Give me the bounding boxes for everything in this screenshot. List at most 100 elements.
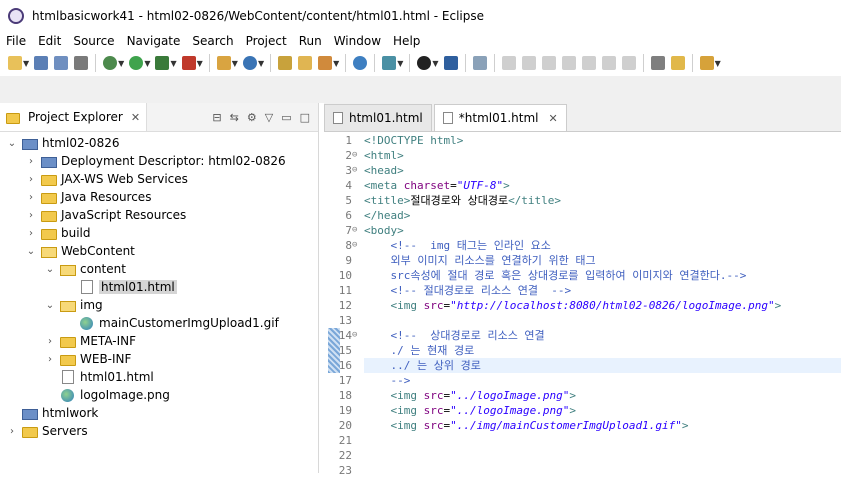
tree-item[interactable]: ⌄ content	[44, 260, 126, 278]
chevron-down-icon[interactable]: ▼	[232, 59, 238, 68]
fold-toggle-icon[interactable]: ⊖	[352, 238, 362, 253]
close-icon[interactable]: ✕	[131, 111, 140, 124]
tab-project-explorer[interactable]: Project Explorer ✕	[0, 103, 148, 131]
chevron-right-icon[interactable]: ›	[25, 192, 37, 203]
editor-tab-html01[interactable]: html01.html	[324, 104, 432, 131]
code-editor[interactable]: 1 <!DOCTYPE html> 2 ⊖ <html> 3 ⊖ <head> 4 <meta c…	[324, 133, 841, 477]
chevron-right-icon[interactable]: ›	[25, 228, 37, 239]
chevron-right-icon[interactable]: ›	[44, 354, 56, 365]
console-icon[interactable]	[443, 56, 458, 70]
chevron-down-icon[interactable]: ▼	[23, 59, 29, 68]
menu-window[interactable]: Window	[328, 34, 387, 48]
window-titlebar: htmlbasicwork41 - html02-0826/WebContent…	[0, 0, 841, 32]
link-with-editor-icon[interactable]: ⇆	[230, 111, 239, 124]
tree-item[interactable]: html01.html	[63, 278, 177, 296]
fold-toggle-icon[interactable]: ⊖	[352, 163, 362, 178]
save-all-icon[interactable]	[54, 56, 69, 70]
chevron-down-icon[interactable]: ▼	[170, 59, 176, 68]
open-folder-icon[interactable]	[298, 56, 313, 70]
tree-item[interactable]: ⌄ WebContent	[25, 242, 135, 260]
collapse-all-icon[interactable]: ⊟	[212, 111, 221, 124]
fold-toggle-icon[interactable]: ⊖	[352, 328, 362, 343]
tree-item-label: JAX-WS Web Services	[61, 172, 188, 186]
print-icon[interactable]	[74, 56, 89, 70]
chevron-down-icon[interactable]: ▼	[397, 59, 403, 68]
tree-item[interactable]: › JavaScript Resources	[25, 206, 186, 224]
next-edit-icon[interactable]	[699, 56, 714, 70]
drop-to-frame-icon[interactable]	[650, 56, 665, 70]
editor-tab-html01-dirty[interactable]: *html01.html ✕	[433, 104, 567, 131]
minimize-icon[interactable]: ▭	[281, 111, 291, 124]
step-return-icon[interactable]	[621, 56, 636, 70]
line-number: 13	[338, 314, 352, 327]
disconnect-icon[interactable]	[561, 56, 576, 70]
tree-item[interactable]: › JAX-WS Web Services	[25, 170, 188, 188]
tree-item[interactable]: › META-INF	[44, 332, 136, 350]
chevron-right-icon[interactable]: ›	[25, 210, 37, 221]
search-icon[interactable]	[382, 56, 397, 70]
open-task-icon[interactable]	[318, 56, 333, 70]
chevron-down-icon[interactable]: ▼	[715, 59, 721, 68]
maximize-icon[interactable]: □	[300, 111, 310, 124]
chevron-down-icon[interactable]: ▼	[197, 59, 203, 68]
menu-edit[interactable]: Edit	[32, 34, 67, 48]
chevron-down-icon[interactable]: ▼	[258, 59, 264, 68]
menu-help[interactable]: Help	[387, 34, 426, 48]
tree-item[interactable]: › Java Resources	[25, 188, 151, 206]
chevron-down-icon[interactable]: ▼	[333, 59, 339, 68]
menu-run[interactable]: Run	[293, 34, 328, 48]
tree-item[interactable]: htmlwork	[6, 404, 98, 422]
external-tools-icon[interactable]	[181, 56, 196, 70]
tree-item[interactable]: mainCustomerImgUpload1.gif	[63, 314, 279, 332]
filter-icon[interactable]: ⚙	[247, 111, 257, 124]
fold-toggle-icon[interactable]: ⊖	[352, 223, 362, 238]
tree-item[interactable]: › WEB-INF	[44, 350, 131, 368]
tree-item[interactable]: › build	[25, 224, 91, 242]
fold-toggle-icon[interactable]: ⊖	[352, 148, 362, 163]
chevron-down-icon[interactable]: ⌄	[25, 246, 37, 257]
chevron-right-icon[interactable]: ›	[25, 174, 37, 185]
chevron-down-icon[interactable]: ⌄	[44, 300, 56, 311]
tree-item[interactable]: ⌄ img	[44, 296, 103, 314]
chevron-right-icon[interactable]: ›	[44, 336, 56, 347]
chevron-down-icon[interactable]: ⌄	[6, 138, 18, 149]
skip-breakpoints-icon[interactable]	[472, 56, 487, 70]
menu-file[interactable]: File	[0, 34, 32, 48]
next-annotation-icon[interactable]	[670, 56, 685, 70]
tree-item[interactable]: › Servers	[6, 422, 88, 440]
resume-icon[interactable]	[501, 56, 516, 70]
chevron-down-icon[interactable]: ⌄	[44, 264, 56, 275]
chevron-down-icon[interactable]: ▼	[144, 59, 150, 68]
menu-source[interactable]: Source	[67, 34, 120, 48]
open-type-icon[interactable]	[278, 56, 293, 70]
new-java-class-icon[interactable]	[242, 56, 257, 70]
chevron-down-icon[interactable]: ▼	[432, 59, 438, 68]
tree-item[interactable]: › Deployment Descriptor: html02-0826	[25, 152, 286, 170]
view-menu-icon[interactable]: ▽	[265, 111, 273, 124]
tree-item[interactable]: logoImage.png	[44, 386, 170, 404]
debug-icon[interactable]	[103, 56, 118, 70]
perspective-icon[interactable]	[417, 56, 432, 70]
new-icon[interactable]	[8, 56, 22, 70]
run-icon[interactable]	[129, 56, 144, 70]
chevron-down-icon[interactable]: ▼	[118, 59, 124, 68]
menu-project[interactable]: Project	[240, 34, 293, 48]
step-over-icon[interactable]	[601, 56, 616, 70]
new-server-icon[interactable]	[216, 56, 231, 70]
code-token: charset	[403, 179, 451, 192]
suspend-icon[interactable]	[521, 56, 536, 70]
tree-item[interactable]: ⌄ html02-0826	[6, 134, 120, 152]
chevron-right-icon[interactable]: ›	[25, 156, 37, 167]
menu-search[interactable]: Search	[186, 34, 239, 48]
save-icon[interactable]	[34, 56, 49, 70]
web-browser-icon[interactable]	[353, 56, 368, 70]
tree-item[interactable]: html01.html	[44, 368, 154, 386]
coverage-icon[interactable]	[155, 56, 170, 70]
chevron-right-icon[interactable]: ›	[6, 426, 18, 437]
code-token: <img	[364, 404, 424, 417]
menu-navigate[interactable]: Navigate	[121, 34, 187, 48]
step-into-icon[interactable]	[581, 56, 596, 70]
close-icon[interactable]: ✕	[549, 112, 558, 125]
terminate-icon[interactable]	[541, 56, 556, 70]
code-line: src속성에 절대 경로 혹은 상대경로를 입력하여 이미지와 연결한다.-->	[364, 268, 746, 283]
